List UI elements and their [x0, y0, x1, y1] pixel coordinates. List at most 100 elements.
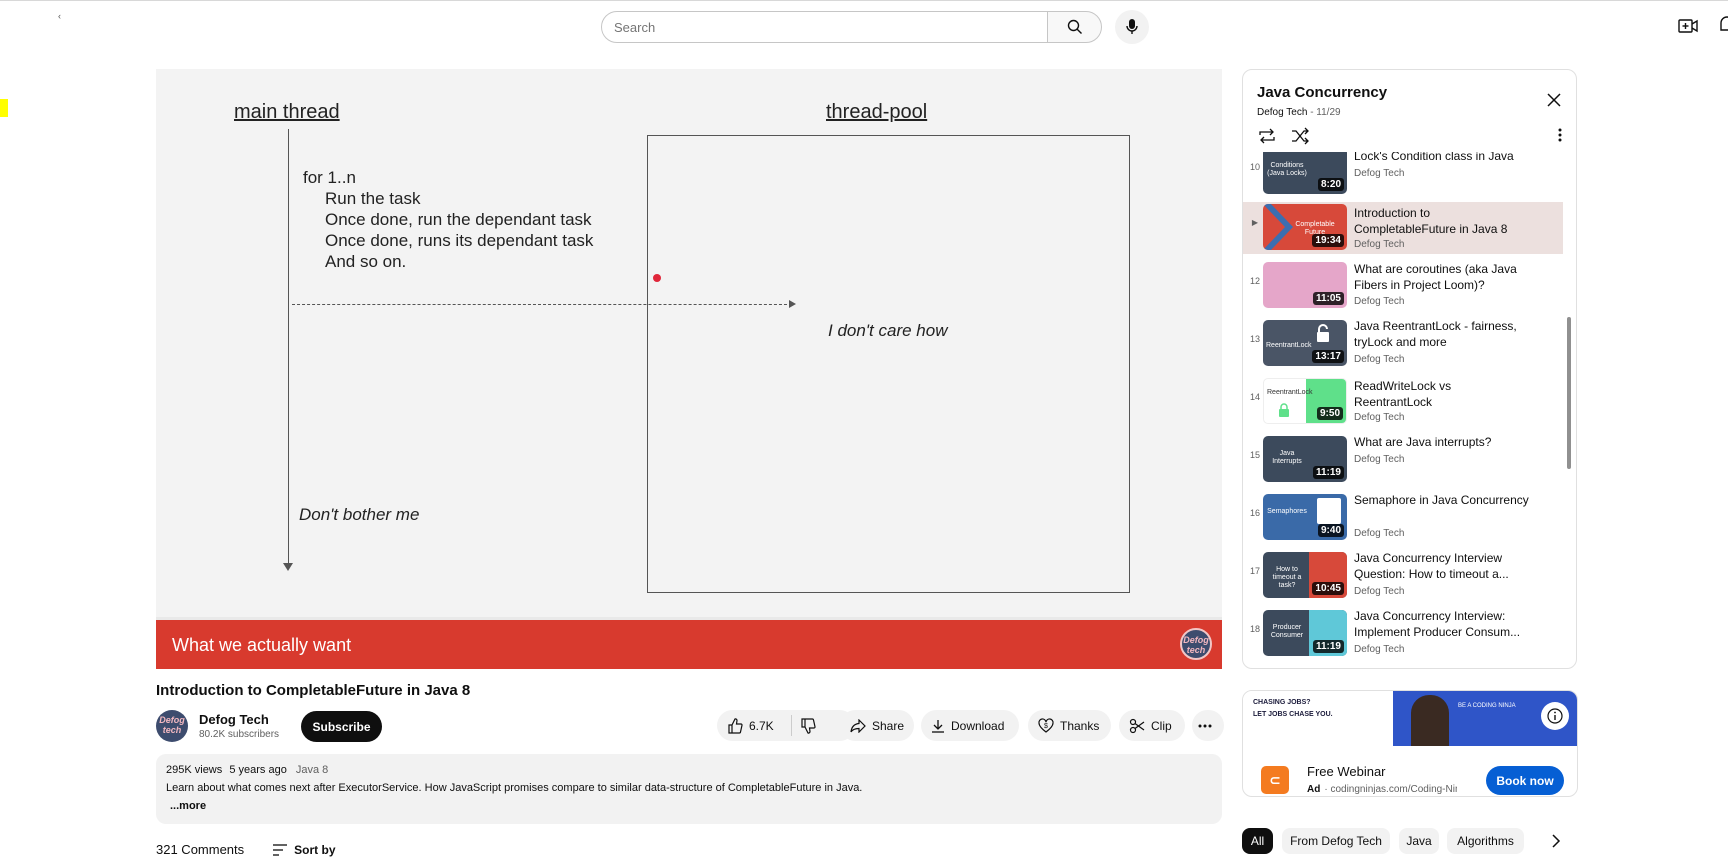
playlist-item-title[interactable]: What are Java interrupts? — [1354, 434, 1529, 450]
thumbnail-label: ReentrantLock — [1267, 389, 1313, 396]
search-input[interactable] — [601, 11, 1048, 43]
playlist-item[interactable]: 15 Java Interrupts 11:19 What are Java i… — [1243, 434, 1563, 486]
playlist-item[interactable]: 16 Semaphores 9:40 Semaphore in Java Con… — [1243, 492, 1563, 544]
playlist-item[interactable]: 17 How to timeout a task? 10:45 Java Con… — [1243, 550, 1563, 602]
playlist-item-title[interactable]: Lock's Condition class in Java — [1354, 152, 1529, 164]
playlist-title[interactable]: Java Concurrency — [1257, 84, 1387, 101]
description-box[interactable]: 295K views 5 years ago Java 8 Learn abou… — [156, 754, 1222, 824]
playlist-item-title[interactable]: Java Concurrency Interview: Implement Pr… — [1354, 608, 1529, 640]
ad-banner[interactable]: CHASING JOBS? LET JOBS CHASE YOU. BE A C… — [1243, 691, 1577, 746]
playlist-item-title[interactable]: Semaphore in Java Concurrency — [1354, 492, 1529, 508]
chip-from-defog-tech[interactable]: From Defog Tech — [1282, 828, 1390, 854]
slide-footer-band: What we actually want Defog tech — [156, 617, 1222, 669]
download-button[interactable]: Download — [921, 710, 1019, 741]
microphone-icon — [1126, 19, 1138, 34]
like-count: 6.7K — [749, 718, 774, 733]
like-divider — [791, 715, 792, 736]
playlist-item-title[interactable]: ReadWriteLock vs ReentrantLock — [1354, 378, 1529, 410]
task-line: Once done, run the dependant task — [325, 210, 592, 229]
video-thumbnail[interactable]: Completable Future 19:34 — [1263, 204, 1347, 250]
playlist-items: 10 Conditions (Java Locks) 8:20 Lock's C… — [1243, 152, 1563, 669]
playlist-item-index: 13 — [1249, 334, 1260, 344]
video-thumbnail[interactable]: 11:05 — [1263, 262, 1347, 308]
video-thumbnail[interactable]: How to timeout a task? 10:45 — [1263, 552, 1347, 598]
ad-label: Ad — [1307, 784, 1321, 795]
thanks-label: Thanks — [1060, 718, 1100, 733]
loop-icon[interactable] — [1257, 127, 1277, 145]
share-button[interactable]: Share — [840, 710, 914, 741]
playlist-owner[interactable]: Defog Tech — [1257, 107, 1307, 118]
playlist-item-index: 14 — [1249, 392, 1260, 402]
thread-pool-box — [647, 135, 1130, 593]
chip-algorithms[interactable]: Algorithms — [1447, 828, 1524, 854]
book-now-button[interactable]: Book now — [1486, 766, 1564, 795]
lock-icon — [1317, 324, 1329, 342]
playlist-item-title[interactable]: Java ReentrantLock - fairness, tryLock a… — [1354, 318, 1529, 350]
playlist-item-title[interactable]: Introduction to CompletableFuture in Jav… — [1354, 205, 1529, 237]
description-meta: 295K views 5 years ago Java 8 — [166, 764, 1212, 776]
video-duration: 8:20 — [1317, 178, 1344, 191]
video-thumbnail[interactable]: Conditions (Java Locks) 8:20 — [1263, 152, 1347, 194]
playlist-item-index: 12 — [1249, 276, 1260, 286]
video-thumbnail[interactable]: Producer Consumer 11:19 — [1263, 610, 1347, 656]
highlight-marker — [0, 99, 8, 117]
subscribe-button[interactable]: Subscribe — [301, 711, 382, 742]
playlist-item[interactable]: 13 ReentrantLock 13:17 Java ReentrantLoc… — [1243, 318, 1563, 370]
ad-url: codingninjas.com/Coding-Ninjas/ — [1330, 784, 1457, 795]
sort-comments-button[interactable]: Sort by — [272, 843, 336, 857]
chip-java[interactable]: Java — [1399, 828, 1439, 854]
more-actions-button[interactable] — [1192, 710, 1224, 741]
video-thumbnail[interactable]: ReentrantLock 13:17 — [1263, 320, 1347, 366]
clip-button[interactable]: Clip — [1119, 710, 1185, 741]
dislike-button[interactable] — [800, 717, 822, 734]
description-more-link[interactable]: ...more — [170, 800, 1212, 812]
playlist-item-title[interactable]: What are coroutines (aka Java Fibers in … — [1354, 261, 1529, 293]
playlist-item-channel: Defog Tech — [1354, 412, 1405, 423]
playlist-item[interactable]: 14 ReentrantLock 9:50 ReadWriteLock vs R… — [1243, 376, 1563, 428]
create-button[interactable] — [1677, 15, 1699, 37]
thanks-button[interactable]: $ Thanks — [1028, 710, 1111, 741]
playlist-item-channel: Defog Tech — [1354, 644, 1405, 655]
playlist-item-title[interactable]: Java Concurrency Interview Question: How… — [1354, 550, 1529, 582]
chevron-right-icon[interactable] — [1547, 832, 1565, 850]
chip-all[interactable]: All — [1242, 828, 1273, 854]
scissors-icon — [1129, 718, 1145, 733]
video-player[interactable]: main thread thread-pool for 1..n Run the… — [156, 69, 1222, 669]
clip-label: Clip — [1151, 718, 1172, 733]
playlist-item[interactable]: 18 Producer Consumer 11:19 Java Concurre… — [1243, 608, 1563, 660]
video-thumbnail[interactable]: Semaphores 9:40 — [1263, 494, 1347, 540]
slide-dont-care-text: I don't care how — [828, 321, 948, 340]
description-text: Learn about what comes next after Execut… — [166, 782, 863, 794]
description-tag[interactable]: Java 8 — [296, 764, 328, 776]
notifications-button[interactable] — [1718, 15, 1728, 37]
video-thumbnail[interactable]: ReentrantLock 9:50 — [1263, 378, 1347, 424]
video-duration: 11:19 — [1312, 466, 1344, 479]
playlist-item-index: 17 — [1249, 566, 1260, 576]
search-button[interactable] — [1047, 11, 1102, 43]
playlist-item[interactable]: 12 11:05 What are coroutines (aka Java F… — [1243, 260, 1563, 312]
playlist-item-channel: Defog Tech — [1354, 528, 1405, 539]
video-thumbnail[interactable]: Java Interrupts 11:19 — [1263, 436, 1347, 482]
close-icon[interactable] — [1544, 90, 1564, 110]
top-bar: ‹ — [0, 0, 1728, 50]
download-label: Download — [951, 718, 1005, 733]
playlist-scrollbar[interactable] — [1567, 317, 1571, 469]
thumbnail-label: How to timeout a task? — [1272, 566, 1302, 589]
download-icon — [932, 719, 944, 733]
video-thumbnail[interactable] — [1263, 668, 1347, 669]
channel-name[interactable]: Defog Tech — [199, 712, 269, 727]
channel-avatar[interactable]: Defog tech — [156, 710, 188, 742]
playlist-item[interactable]: 10 Conditions (Java Locks) 8:20 Lock's C… — [1243, 152, 1563, 198]
back-arrow-icon[interactable]: ‹ — [58, 11, 61, 21]
info-icon — [1547, 708, 1563, 724]
ad-title[interactable]: Free Webinar — [1307, 764, 1386, 779]
thumbs-up-icon — [728, 717, 743, 734]
playlist-item-partial[interactable] — [1243, 666, 1563, 669]
playlist-menu-icon[interactable] — [1558, 128, 1562, 142]
shuffle-icon[interactable] — [1290, 127, 1310, 145]
like-button[interactable]: 6.7K — [717, 717, 787, 734]
comment-count: 321 Comments — [156, 842, 245, 857]
playlist-item-current[interactable]: ▶ Completable Future 19:34 Introduction … — [1243, 202, 1563, 254]
voice-search-button[interactable] — [1115, 10, 1149, 44]
ad-info-button[interactable] — [1541, 702, 1569, 730]
